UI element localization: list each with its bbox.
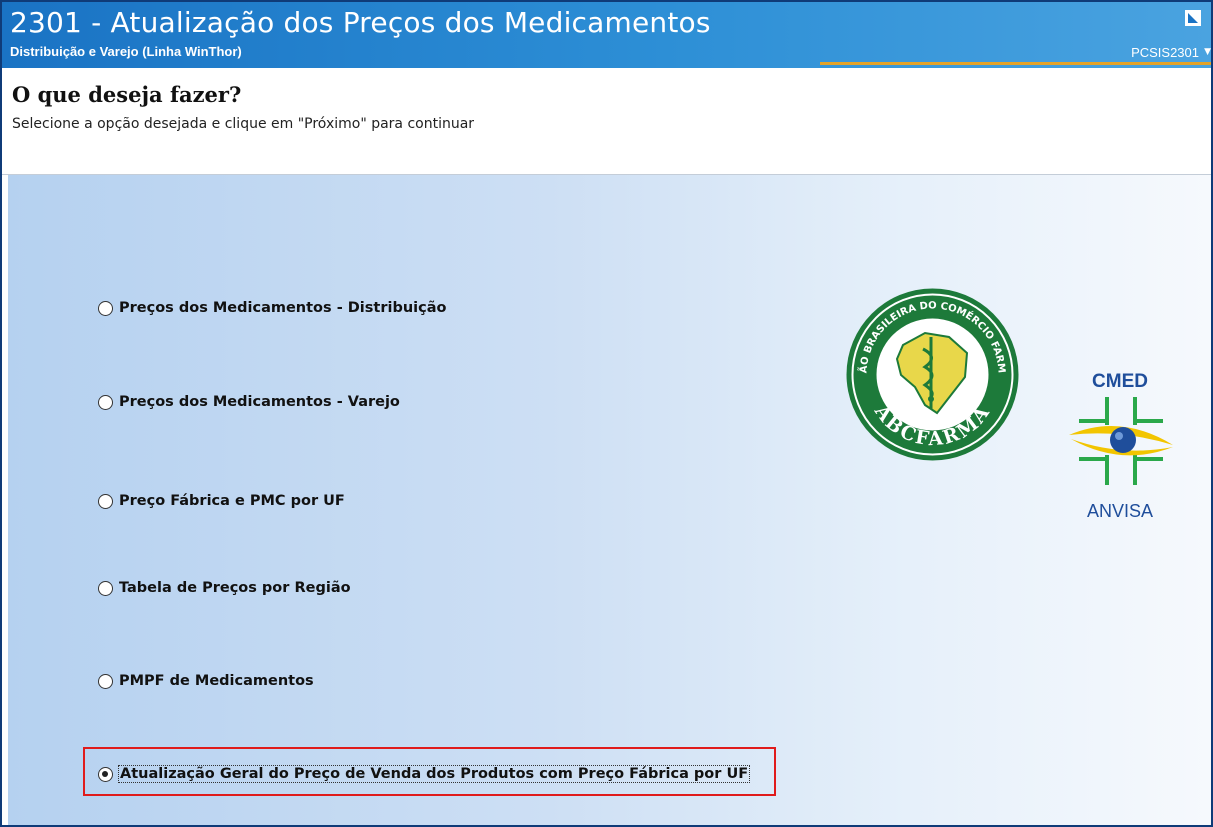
- routine-code: PCSIS2301: [1131, 45, 1199, 60]
- wizard-header: O que deseja fazer? Selecione a opção de…: [2, 68, 1211, 175]
- option-pmpf-medicamentos[interactable]: PMPF de Medicamentos: [98, 673, 314, 689]
- app-window: 2301 - Atualização dos Preços dos Medica…: [0, 0, 1213, 827]
- abcfarma-logo: ASSOCIAÇÃO BRASILEIRA DO COMÉRCIO FARMAC…: [845, 287, 1019, 461]
- window-title: 2301 - Atualização dos Preços dos Medica…: [10, 6, 711, 39]
- radio-button[interactable]: [98, 394, 113, 410]
- option-varejo[interactable]: Preços dos Medicamentos - Varejo: [98, 394, 400, 410]
- title-accent-line: [820, 62, 1211, 65]
- option-atualizacao-geral[interactable]: Atualização Geral do Preço de Venda dos …: [98, 765, 751, 783]
- restore-window-icon[interactable]: [1185, 10, 1201, 26]
- option-label: PMPF de Medicamentos: [119, 673, 314, 689]
- radio-button[interactable]: [98, 493, 113, 509]
- cmed-text: CMED: [1092, 371, 1148, 392]
- anvisa-text: ANVISA: [1087, 501, 1153, 521]
- cmed-eye-icon: [1110, 427, 1136, 453]
- option-label: Atualização Geral do Preço de Venda dos …: [117, 765, 751, 783]
- option-distribuicao[interactable]: Preços dos Medicamentos - Distribuição: [98, 300, 446, 316]
- option-preco-fabrica-pmc-uf[interactable]: Preço Fábrica e PMC por UF: [98, 493, 345, 509]
- option-label: Tabela de Preços por Região: [119, 580, 351, 596]
- cmed-anvisa-logo: CMED ANVISA: [1069, 371, 1173, 521]
- page-instruction: Selecione a opção desejada e clique em "…: [12, 116, 475, 132]
- radio-button[interactable]: [98, 300, 113, 316]
- option-tabela-precos-regiao[interactable]: Tabela de Preços por Região: [98, 580, 351, 596]
- routine-menu-chevron-icon[interactable]: ▼: [1204, 47, 1211, 57]
- page-title: O que deseja fazer?: [12, 82, 242, 107]
- option-label: Preços dos Medicamentos - Distribuição: [119, 300, 447, 316]
- options-panel: Preços dos Medicamentos - Distribuição P…: [8, 175, 1211, 825]
- radio-button[interactable]: [98, 580, 113, 596]
- option-label: Preços dos Medicamentos - Varejo: [119, 394, 400, 410]
- radio-button[interactable]: [98, 673, 113, 689]
- option-label: Preço Fábrica e PMC por UF: [119, 493, 345, 509]
- radio-button-checked[interactable]: [98, 766, 113, 782]
- title-bar: 2301 - Atualização dos Preços dos Medica…: [2, 2, 1211, 68]
- window-subtitle: Distribuição e Varejo (Linha WinThor): [10, 44, 242, 59]
